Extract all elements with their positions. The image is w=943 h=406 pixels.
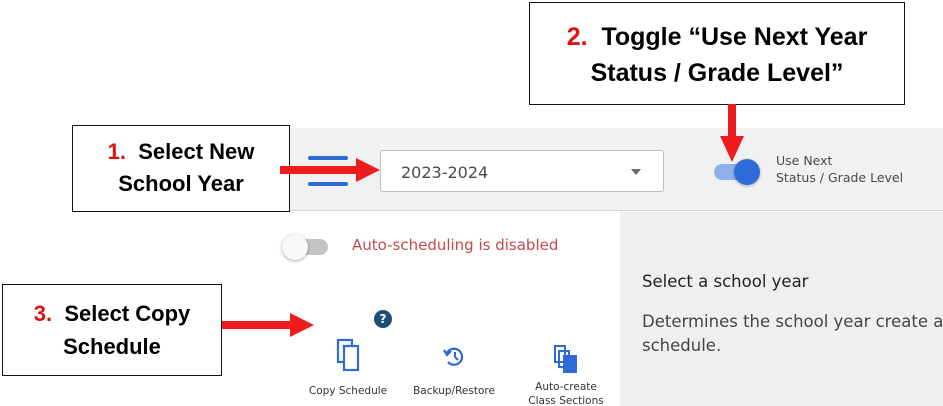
auto-create-label-line2: Class Sections (528, 395, 604, 406)
school-year-select[interactable]: 2023-2024 (380, 150, 664, 192)
copy-schedule-label: Copy Schedule (308, 385, 388, 397)
backup-restore-button[interactable]: Backup/Restore (400, 338, 508, 398)
auto-scheduling-toggle[interactable] (282, 232, 334, 262)
callout-1-number: 1. (107, 139, 126, 164)
callout-1-line1: Select New (138, 139, 255, 164)
caret-down-icon (631, 169, 641, 175)
callout-1-line2: School Year (118, 171, 244, 196)
tool-row: Copy Schedule Backup/Restore Auto-create… (268, 328, 620, 406)
callout-2-number: 2. (566, 23, 588, 51)
panel-description: Determines the school year create a sche… (642, 312, 943, 355)
right-panel: Select a school year Determines the scho… (620, 212, 943, 406)
callout-step-2: 2. Toggle “Use Next Year Status / Grade … (529, 2, 905, 105)
panel-title: Select a school year (642, 272, 809, 291)
auto-scheduling-status: Auto-scheduling is disabled (352, 236, 559, 254)
school-year-value: 2023-2024 (401, 163, 489, 182)
auto-create-label-line1: Auto-create (535, 381, 597, 393)
copy-schedule-button[interactable]: Copy Schedule (298, 338, 398, 398)
copy-filled-icon (554, 345, 577, 373)
callout-3-line2: Schedule (63, 334, 161, 359)
use-next-year-label: Use Next Status / Grade Level (776, 152, 903, 186)
callout-step-1: 1. Select New School Year (72, 125, 290, 212)
use-next-year-label-line2: Status / Grade Level (776, 170, 904, 185)
arrow-to-year-select (280, 158, 380, 182)
auto-create-sections-button[interactable]: Auto-create Class Sections (516, 338, 616, 406)
copy-icon (336, 338, 360, 372)
arrow-to-copy-schedule (222, 313, 314, 337)
callout-2-line1: Toggle “Use Next Year (601, 23, 868, 51)
history-icon (443, 347, 464, 366)
callout-3-line1: Select Copy (64, 301, 191, 326)
callout-3-number: 3. (33, 301, 53, 326)
help-icon[interactable]: ? (374, 310, 392, 328)
use-next-year-label-line1: Use Next (776, 153, 833, 168)
backup-restore-label: Backup/Restore (413, 385, 495, 397)
callout-2-line2: Status / Grade Level” (590, 59, 844, 87)
callout-step-3: 3. Select Copy Schedule (2, 284, 222, 376)
arrow-to-toggle (720, 104, 744, 162)
